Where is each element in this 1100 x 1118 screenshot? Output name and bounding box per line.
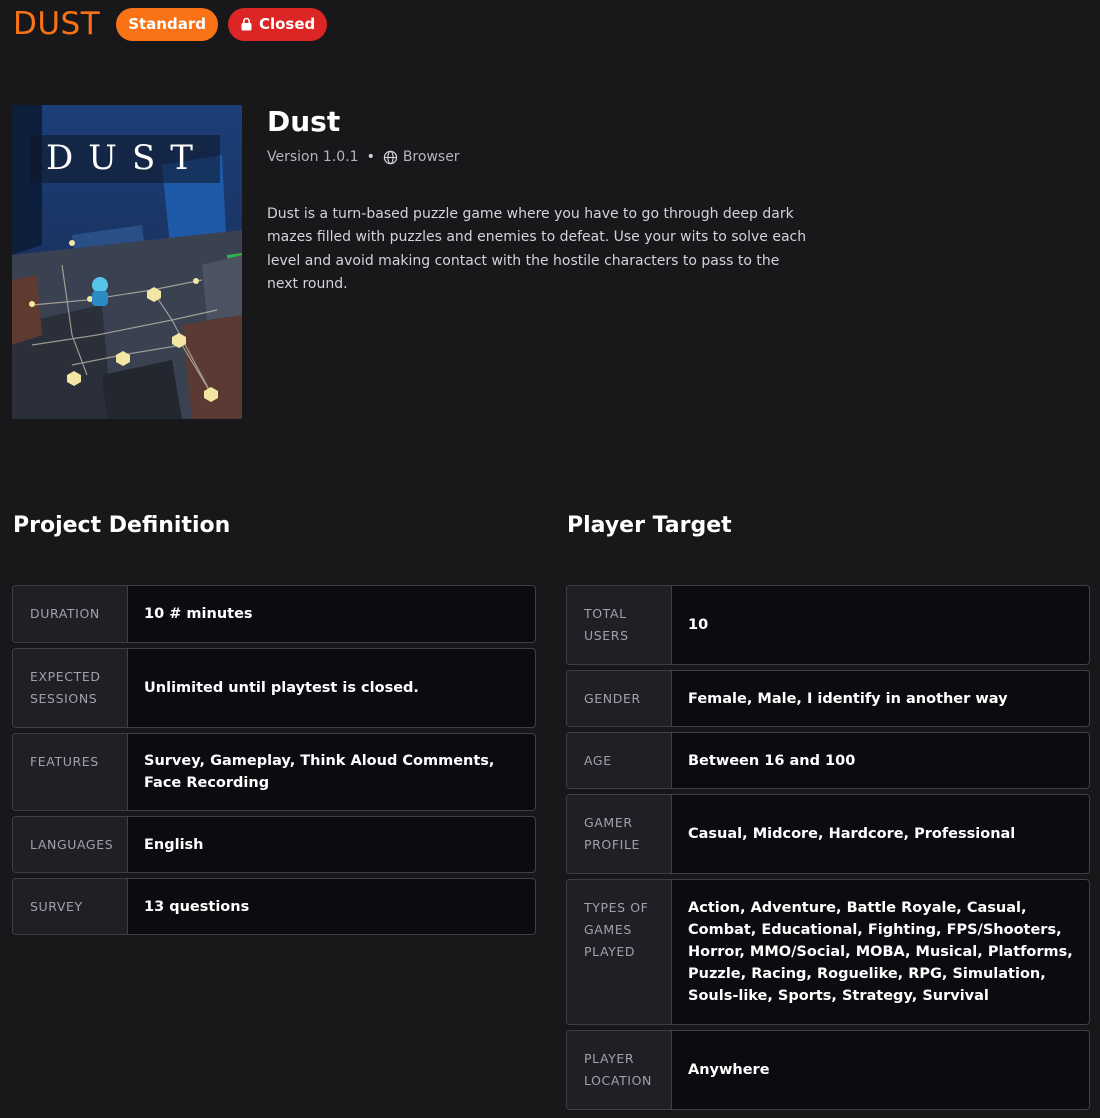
project-definition-title: Project Definition xyxy=(13,513,231,538)
row-label: LANGUAGES xyxy=(13,817,128,872)
table-row: FEATURES Survey, Gameplay, Think Aloud C… xyxy=(12,733,536,811)
brand-title: DUST xyxy=(13,6,101,42)
game-info: Dust Version 1.0.1 • Browser Dust is a t… xyxy=(267,106,827,310)
row-label: DURATION xyxy=(13,586,128,642)
row-label: FEATURES xyxy=(13,734,128,810)
table-row: DURATION 10 # minutes xyxy=(12,585,536,643)
table-row: SURVEY 13 questions xyxy=(12,878,536,935)
table-row: PLAYER LOCATION Anywhere xyxy=(566,1030,1090,1110)
row-label: TYPES OF GAMES PLAYED xyxy=(567,880,672,1024)
row-value: 10 # minutes xyxy=(144,606,253,622)
closed-badge-label: Closed xyxy=(258,15,316,33)
row-label: EXPECTED SESSIONS xyxy=(13,649,128,727)
table-row: AGE Between 16 and 100 xyxy=(566,732,1090,789)
meta-separator: • xyxy=(366,149,375,165)
platform-label: Browser xyxy=(402,149,460,165)
table-row: LANGUAGES English xyxy=(12,816,536,873)
row-value: Action, Adventure, Battle Royale, Casual… xyxy=(688,900,1073,1004)
row-label: PLAYER LOCATION xyxy=(567,1031,672,1109)
lock-icon xyxy=(240,17,253,31)
table-row: GAMER PROFILE Casual, Midcore, Hardcore,… xyxy=(566,794,1090,874)
row-value: 10 xyxy=(688,617,709,633)
version-label: Version 1.0.1 xyxy=(267,149,359,165)
row-label: GENDER xyxy=(567,671,672,726)
table-row: EXPECTED SESSIONS Unlimited until playte… xyxy=(12,648,536,728)
row-label: SURVEY xyxy=(13,879,128,934)
row-label: AGE xyxy=(567,733,672,788)
table-row: TYPES OF GAMES PLAYED Action, Adventure,… xyxy=(566,879,1090,1025)
row-value: Survey, Gameplay, Think Aloud Comments, … xyxy=(144,753,495,791)
game-cover-image: DUST xyxy=(12,105,242,419)
game-description: Dust is a turn-based puzzle game where y… xyxy=(267,206,807,292)
game-meta: Version 1.0.1 • Browser xyxy=(267,149,827,165)
row-value: Anywhere xyxy=(688,1062,770,1078)
project-definition-table: DURATION 10 # minutes EXPECTED SESSIONS … xyxy=(12,585,536,935)
row-label: TOTAL USERS xyxy=(567,586,672,664)
row-label: GAMER PROFILE xyxy=(567,795,672,873)
row-value: 13 questions xyxy=(144,898,250,915)
row-value: Unlimited until playtest is closed. xyxy=(144,680,419,696)
player-target-title: Player Target xyxy=(567,513,732,538)
cover-title-text: DUST xyxy=(46,138,208,178)
globe-icon xyxy=(383,150,398,165)
page-header: DUST Standard Closed xyxy=(13,6,337,42)
closed-badge: Closed xyxy=(227,7,328,41)
row-value: Between 16 and 100 xyxy=(688,752,856,769)
table-row: GENDER Female, Male, I identify in anoth… xyxy=(566,670,1090,727)
row-value: Female, Male, I identify in another way xyxy=(688,690,1008,707)
game-title: Dust xyxy=(267,105,341,138)
row-value: English xyxy=(144,836,204,853)
player-target-table: TOTAL USERS 10 GENDER Female, Male, I id… xyxy=(566,585,1090,1110)
table-row: TOTAL USERS 10 xyxy=(566,585,1090,665)
row-value: Casual, Midcore, Hardcore, Professional xyxy=(688,826,1016,842)
standard-badge: Standard xyxy=(116,7,218,41)
